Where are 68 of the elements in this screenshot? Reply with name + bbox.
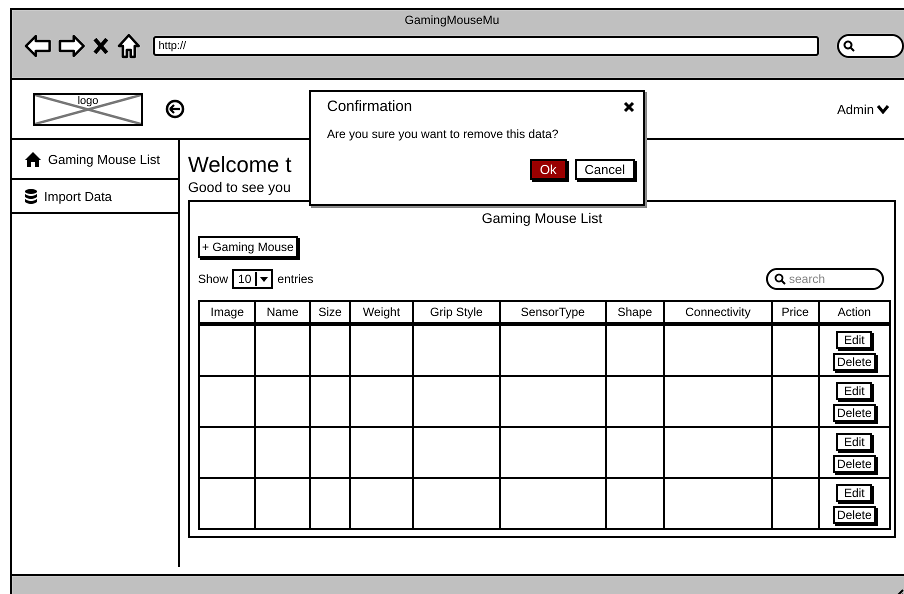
user-menu[interactable]: Admin [837,102,890,116]
table-cell [310,478,350,529]
table-cell [255,324,310,376]
dialog-title: Confirmation [327,98,412,115]
home-icon [24,150,42,168]
table-cell [350,324,413,376]
forward-arrow-icon[interactable] [58,33,86,59]
delete-button[interactable]: Delete [832,454,876,472]
table-cell [350,427,413,478]
back-arrow-icon[interactable] [24,33,52,59]
column-header: Shape [606,301,664,324]
column-header: Price [772,301,819,324]
table-cell [350,478,413,529]
edit-button[interactable]: Edit [836,330,872,348]
table-cell [310,376,350,427]
home-icon[interactable] [116,33,141,59]
table-cell [606,427,664,478]
panel-title: Gaming Mouse List [480,210,604,226]
welcome-heading: Welcome t [188,152,292,178]
search-field[interactable]: search [766,268,884,290]
edit-button[interactable]: Edit [836,484,872,502]
sidebar-item[interactable]: Gaming Mouse List [12,140,178,180]
window-title: GamingMouseMu [404,13,500,27]
table-cell [199,478,256,529]
column-header: Connectivity [664,301,772,324]
table-cell [606,478,664,529]
back-circle-icon[interactable] [165,99,185,119]
edit-button[interactable]: Edit [836,382,872,400]
logo-text: logo [78,94,98,108]
welcome-subtitle: Good to see you [188,178,291,196]
table-cell [606,324,664,376]
column-header: SensorType [500,301,606,324]
close-icon[interactable] [91,35,111,57]
column-header: Action [818,301,890,324]
database-icon [24,188,38,204]
sidebar-item[interactable]: Import Data [12,180,178,214]
table-cell [606,376,664,427]
address-field[interactable]: http:// [152,36,819,56]
column-header: Image [199,301,256,324]
chevron-down-icon [876,104,890,114]
delete-button[interactable]: Delete [832,404,876,422]
cancel-button[interactable]: Cancel [574,159,635,180]
column-header: Size [310,301,350,324]
table-cell [255,478,310,529]
column-header: Weight [350,301,413,324]
add-gaming-mouse-button[interactable]: + Gaming Mouse [198,236,298,258]
search-icon [842,40,855,52]
table-cell [310,324,350,376]
table-cell [350,376,413,427]
delete-button[interactable]: Delete [832,506,876,524]
entries-label: entries [277,272,314,286]
table-cell [310,427,350,478]
search-icon [774,273,786,285]
table-cell [199,427,256,478]
table-cell [199,324,256,376]
search-field[interactable] [836,34,904,58]
table-cell [255,427,310,478]
delete-button[interactable]: Delete [832,352,876,370]
table-cell [199,376,256,427]
close-icon[interactable] [623,100,635,112]
column-header: Grip Style [412,301,500,324]
dialog-message: Are you sure you want to remove this data? [327,127,560,141]
show-label: Show [198,272,228,286]
ok-button[interactable]: Ok [530,159,567,180]
edit-button[interactable]: Edit [836,432,872,450]
table-cell [255,376,310,427]
page-size-dropdown[interactable]: 10 [232,269,274,289]
column-header: Name [255,301,310,324]
